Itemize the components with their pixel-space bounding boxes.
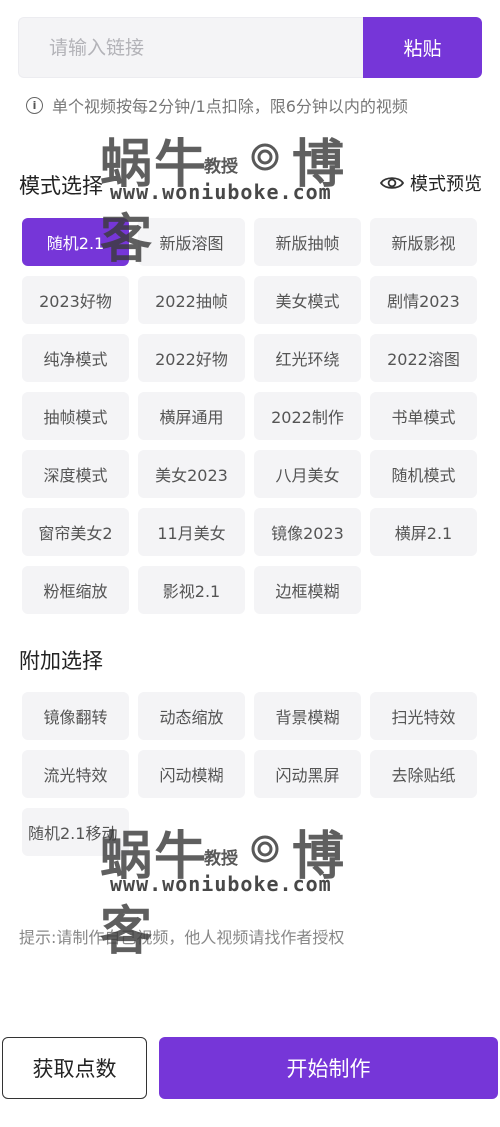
watermark-logo: 蜗牛 博客 教授 www.woniuboke.com [100,122,400,270]
mode-option[interactable]: 新版抽帧 [254,218,361,266]
mode-option[interactable]: 剧情2023 [370,276,477,324]
hint-text: 提示:请制作自己视频，他人视频请找作者授权 [19,928,345,947]
mode-option[interactable]: 11月美女 [138,508,245,556]
bottom-action-bar: 获取点数 开始制作 [2,1037,498,1099]
mode-option[interactable]: 美女模式 [254,276,361,324]
mode-option[interactable]: 横屏通用 [138,392,245,440]
mode-options-grid: 随机2.1 新版溶图 新版抽帧 新版影视 2023好物 2022抽帧 美女模式 剧情2023 纯… [22,218,479,614]
mode-section-title: 模式选择 [19,174,103,198]
mode-preview-link[interactable]: 模式预览 [380,170,482,196]
watermark-small: 教授 [204,157,238,177]
notice-text: 单个视频按每2分钟/1点扣除，限6分钟以内的视频 [52,97,408,116]
extra-option[interactable]: 随机2.1移动 [22,808,129,856]
mode-option[interactable]: 镜像2023 [254,508,361,556]
extra-option[interactable]: 去除贴纸 [370,750,477,798]
mode-option[interactable]: 随机模式 [370,450,477,498]
mode-option[interactable]: 2022抽帧 [138,276,245,324]
snail-spiral-icon [251,143,279,171]
get-points-button[interactable]: 获取点数 [2,1037,147,1099]
mode-option[interactable]: 窗帘美女2 [22,508,129,556]
mode-option[interactable]: 美女2023 [138,450,245,498]
mode-option[interactable]: 八月美女 [254,450,361,498]
extra-option[interactable]: 背景模糊 [254,692,361,740]
mode-option[interactable]: 2023好物 [22,276,129,324]
mode-option[interactable]: 边框模糊 [254,566,361,614]
watermark-url: www.woniuboke.com [110,180,332,204]
extra-option[interactable]: 流光特效 [22,750,129,798]
mode-option[interactable]: 书单模式 [370,392,477,440]
eye-icon [380,177,404,189]
mode-option[interactable]: 深度模式 [22,450,129,498]
mode-option[interactable]: 抽帧模式 [22,392,129,440]
watermark-url: www.woniuboke.com [110,872,332,896]
mode-option[interactable]: 纯净模式 [22,334,129,382]
mode-option[interactable]: 横屏2.1 [370,508,477,556]
extra-option[interactable]: 动态缩放 [138,692,245,740]
info-icon: i [26,96,43,114]
paste-button[interactable]: 粘贴 [363,17,482,78]
extra-option[interactable]: 闪动黑屏 [254,750,361,798]
mode-option[interactable]: 2022溶图 [370,334,477,382]
link-input-row: 粘贴 [18,17,482,78]
link-input[interactable] [18,17,363,78]
duration-notice: i 单个视频按每2分钟/1点扣除，限6分钟以内的视频 [26,93,408,117]
extra-option[interactable]: 闪动模糊 [138,750,245,798]
extra-options-grid: 镜像翻转 动态缩放 背景模糊 扫光特效流光特效 闪动模糊 闪动黑屏 去除贴纸随机2.1移动 [22,692,479,856]
extra-option[interactable]: 镜像翻转 [22,692,129,740]
mode-option[interactable]: 2022好物 [138,334,245,382]
start-making-button[interactable]: 开始制作 [159,1037,498,1099]
mode-option[interactable]: 粉框缩放 [22,566,129,614]
mode-preview-label: 模式预览 [410,174,482,195]
mode-option[interactable]: 新版影视 [370,218,477,266]
mode-option[interactable]: 影视2.1 [138,566,245,614]
mode-option[interactable]: 红光环绕 [254,334,361,382]
mode-option[interactable]: 新版溶图 [138,218,245,266]
mode-option[interactable]: 2022制作 [254,392,361,440]
extra-section-title: 附加选择 [19,649,103,673]
extra-option[interactable]: 扫光特效 [370,692,477,740]
mode-option[interactable]: 随机2.1 [22,218,129,266]
